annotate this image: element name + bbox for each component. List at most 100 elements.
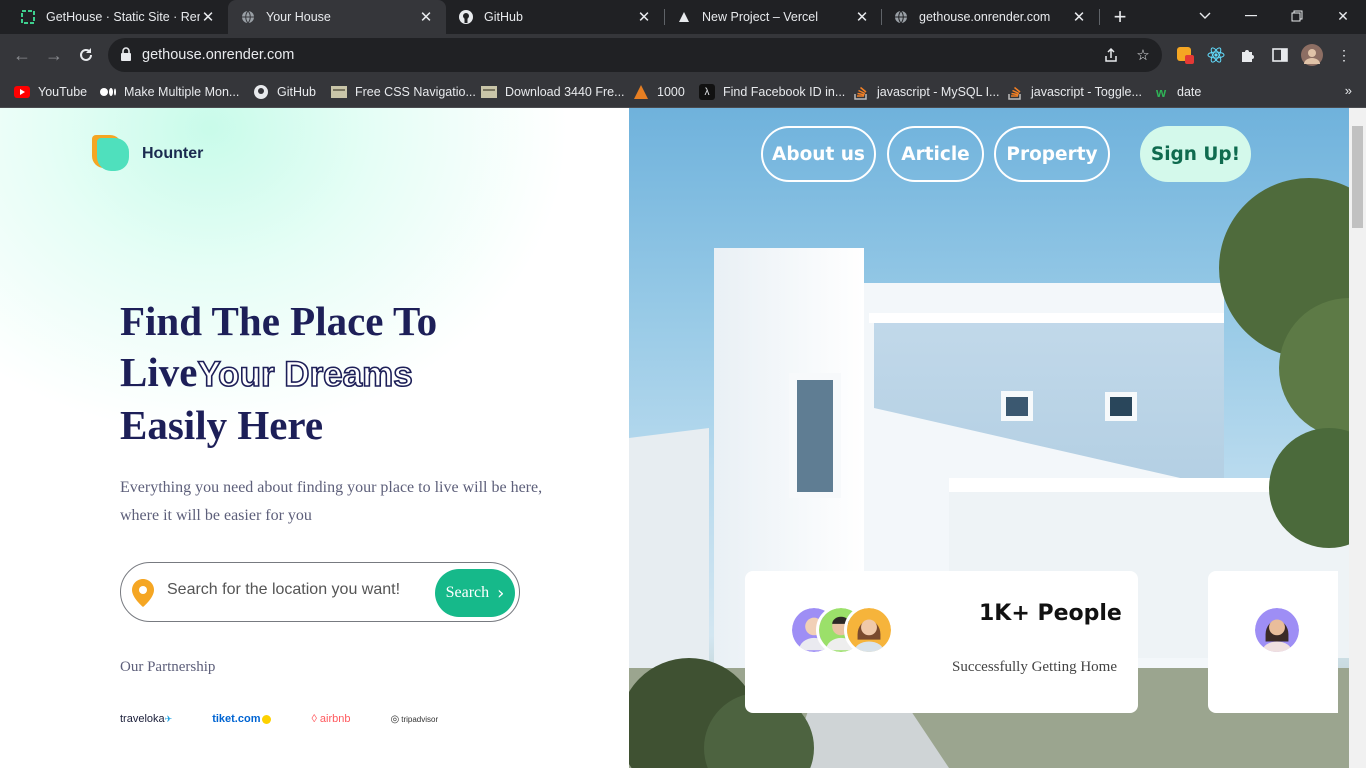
nav-label: Property	[1006, 143, 1098, 165]
bookmark-label: date	[1177, 85, 1202, 99]
tab-search-icon[interactable]	[1182, 0, 1228, 32]
browser-toolbar: ← → gethouse.onrender.com ☆ ⋮	[0, 34, 1366, 76]
tab-label: New Project – Vercel	[702, 10, 819, 24]
tab-label: Your House	[266, 10, 331, 24]
profile-avatar[interactable]	[1301, 44, 1323, 66]
bookmark-label: GitHub	[277, 85, 316, 99]
secondary-card	[1208, 571, 1338, 713]
bookmark-github[interactable]: GitHub	[253, 82, 316, 102]
avatar	[844, 605, 894, 655]
close-icon[interactable]: ✕	[200, 9, 216, 26]
tab-your-house[interactable]: Your House ✕	[228, 0, 446, 34]
bookmark-label: javascript - Toggle...	[1031, 85, 1142, 99]
tab-vercel[interactable]: New Project – Vercel ✕	[664, 0, 882, 34]
pdf-icon	[633, 84, 649, 100]
owl-icon: ◎	[390, 713, 400, 725]
bookmarks-bar: YouTube Make Multiple Mon... GitHub Free…	[0, 76, 1366, 108]
tab-github[interactable]: GitHub ✕	[446, 0, 664, 34]
extension-error-icon[interactable]	[1174, 44, 1196, 66]
back-icon[interactable]: ←	[9, 42, 35, 68]
url-text: gethouse.onrender.com	[142, 47, 295, 63]
new-tab-button[interactable]: +	[1108, 4, 1132, 29]
page-icon	[481, 84, 497, 100]
bookmark-toggle[interactable]: javascript - Toggle...	[1007, 82, 1142, 102]
tab-render[interactable]: GetHouse · Static Site · Render ✕	[8, 0, 228, 34]
search-input[interactable]	[167, 581, 427, 599]
brand[interactable]: Hounter	[92, 135, 203, 173]
airbnb-logo: ◊ airbnb	[311, 713, 350, 725]
tiket-logo: tiket.com	[212, 713, 272, 725]
page-icon	[331, 84, 347, 100]
bookmark-mysql[interactable]: javascript - MySQL I...	[853, 82, 999, 102]
react-devtools-icon[interactable]	[1205, 44, 1227, 66]
page-viewport: Hounter Find The Place To LiveYour Dream…	[0, 108, 1366, 768]
share-icon[interactable]	[1101, 45, 1121, 65]
globe-icon	[893, 9, 909, 25]
stats-subtitle: Successfully Getting Home	[952, 659, 1117, 675]
bookmark-label: 1000	[657, 85, 685, 99]
close-icon[interactable]: ✕	[854, 9, 870, 26]
hero-outline-text: Your Dreams	[197, 354, 414, 395]
partner-name: tripadvisor	[401, 714, 439, 724]
traveloka-logo: traveloka ✈	[120, 713, 173, 725]
scrollbar-thumb[interactable]	[1352, 126, 1363, 228]
partner-name: tiket.com	[212, 713, 261, 725]
hero-line-1: Find The Place To	[120, 298, 438, 344]
nav-article[interactable]: Article	[887, 126, 984, 182]
youtube-icon	[14, 84, 30, 100]
bookmark-date[interactable]: w date	[1153, 82, 1201, 102]
partner-logos: traveloka ✈ tiket.com ◊ airbnb ◎ tripadviso…	[120, 713, 478, 725]
bookmark-free-css[interactable]: Free CSS Navigatio...	[331, 82, 476, 102]
signup-label: Sign Up!	[1150, 143, 1241, 165]
address-bar[interactable]: gethouse.onrender.com ☆	[108, 38, 1162, 72]
search-button-label: Search	[445, 584, 490, 601]
forward-icon[interactable]: →	[41, 42, 67, 68]
signup-button[interactable]: Sign Up!	[1140, 126, 1251, 182]
lambda-icon: λ	[699, 84, 715, 100]
stats-title: 1K+ People	[979, 601, 1122, 626]
partner-name: airbnb	[319, 713, 351, 725]
search-button[interactable]: Search ›	[435, 569, 515, 617]
vercel-icon	[676, 9, 692, 25]
tripadvisor-logo: ◎ tripadvisor	[391, 714, 439, 725]
page-scrollbar[interactable]	[1349, 108, 1366, 768]
extensions-puzzle-icon[interactable]	[1237, 44, 1259, 66]
hero-house-photo: About us Article Property Sign Up! 1K+ P…	[629, 108, 1366, 768]
bookmark-label: Free CSS Navigatio...	[355, 85, 476, 99]
tab-gethouse[interactable]: gethouse.onrender.com ✕	[881, 0, 1099, 34]
bookmark-youtube[interactable]: YouTube	[14, 82, 87, 102]
airbnb-icon: ◊	[311, 713, 317, 725]
partner-name: traveloka	[120, 713, 165, 725]
bookmark-1000[interactable]: 1000	[633, 82, 685, 102]
hero-word-live: Live	[120, 349, 198, 395]
close-icon[interactable]: ✕	[418, 9, 434, 26]
hero-line-3: Easily Here	[120, 402, 324, 448]
side-panel-icon[interactable]	[1269, 44, 1291, 66]
partnership-title: Our Partnership	[120, 659, 216, 675]
close-icon[interactable]: ✕	[636, 9, 652, 26]
hero-line-2: LiveYour Dreams	[120, 347, 590, 400]
chevron-right-icon: ›	[497, 582, 505, 604]
nav-about-us[interactable]: About us	[761, 126, 876, 182]
nav-property[interactable]: Property	[994, 126, 1110, 182]
bookmark-star-icon[interactable]: ☆	[1133, 45, 1153, 65]
github-icon	[458, 9, 474, 25]
bookmark-label: Make Multiple Mon...	[124, 85, 240, 99]
nav-label: Article	[901, 143, 970, 165]
restore-icon[interactable]	[1274, 0, 1320, 32]
more-bookmarks-icon[interactable]: »	[1345, 83, 1352, 98]
location-pin-icon	[132, 579, 154, 607]
tab-divider	[1099, 9, 1100, 25]
reload-icon[interactable]	[73, 42, 99, 68]
close-window-icon[interactable]: ✕	[1320, 0, 1366, 32]
minimize-icon[interactable]	[1228, 0, 1274, 32]
bookmark-download[interactable]: Download 3440 Fre...	[481, 82, 625, 102]
hero-subtitle: Everything you need about finding your p…	[120, 479, 543, 524]
bookmark-medium[interactable]: Make Multiple Mon...	[100, 82, 239, 102]
github-icon	[253, 84, 269, 100]
menu-kebab-icon[interactable]: ⋮	[1333, 44, 1355, 66]
render-icon	[20, 9, 36, 25]
bookmark-label: Download 3440 Fre...	[505, 85, 625, 99]
bookmark-facebook-id[interactable]: λ Find Facebook ID in...	[699, 82, 845, 102]
close-icon[interactable]: ✕	[1071, 9, 1087, 26]
